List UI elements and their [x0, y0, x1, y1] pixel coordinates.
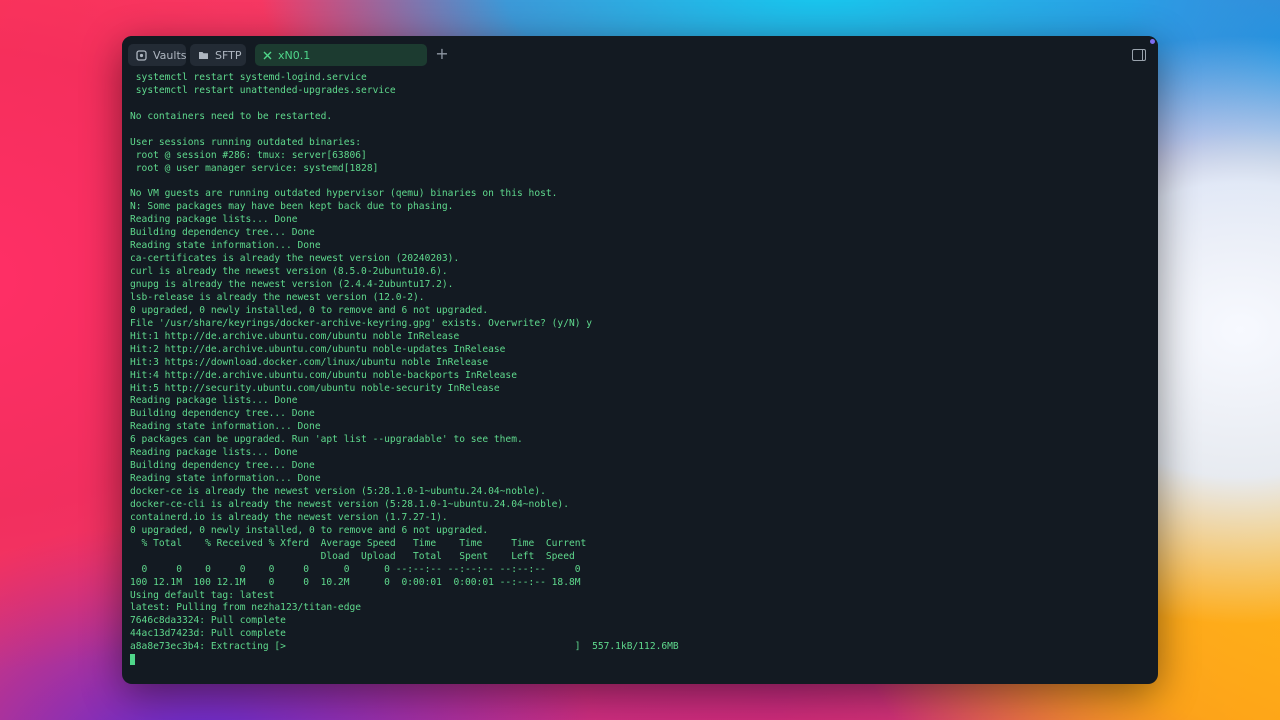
terminal-line: Reading package lists... Done	[130, 447, 298, 459]
terminal-line: 7646c8da3324: Pull complete	[130, 615, 286, 627]
terminal-line: latest: Pulling from nezha123/titan-edge	[130, 602, 362, 614]
terminal-line: docker-ce is already the newest version …	[130, 486, 546, 497]
sidebar-toggle-icon[interactable]	[1132, 49, 1146, 61]
terminal-line: Hit:3 https://download.docker.com/linux/…	[130, 356, 489, 368]
terminal-line: No VM guests are running outdated hyperv…	[130, 188, 558, 200]
terminal-line: systemctl restart systemd-logind.service	[130, 72, 367, 83]
terminal-line: Hit:2 http://de.archive.ubuntu.com/ubunt…	[130, 343, 506, 355]
terminal-line: Hit:4 http://de.archive.ubuntu.com/ubunt…	[130, 369, 517, 381]
terminal-line: root @ session #286: tmux: server[63806]	[130, 149, 367, 161]
terminal-line: Reading state information... Done	[130, 473, 321, 485]
terminal-line: File '/usr/share/keyrings/docker-archive…	[130, 317, 593, 329]
tab-xn01[interactable]: xN0.1	[255, 44, 427, 66]
terminal-line: gnupg is already the newest version (2.4…	[130, 279, 454, 290]
terminal-line: docker-ce-cli is already the newest vers…	[130, 498, 569, 510]
new-tab-button[interactable]: +	[434, 46, 450, 62]
terminal-line: ca-certificates is already the newest ve…	[130, 253, 460, 265]
tab-sftp[interactable]: SFTP	[190, 44, 246, 66]
terminal-line: curl is already the newest version (8.5.…	[130, 266, 448, 278]
terminal-line: 6 packages can be upgraded. Run 'apt lis…	[130, 434, 523, 446]
tab-label: Vaults	[153, 48, 187, 62]
terminal-line: 100 12.1M 100 12.1M 0 0 10.2M 0 0:00:01 …	[130, 576, 581, 588]
cursor	[130, 654, 135, 666]
vault-icon	[136, 49, 147, 61]
terminal-line: Building dependency tree... Done	[130, 408, 315, 420]
terminal-line: containerd.io is already the newest vers…	[130, 511, 448, 523]
close-icon[interactable]	[263, 51, 272, 60]
terminal-line: systemctl restart unattended-upgrades.se…	[130, 84, 396, 96]
terminal-line: User sessions running outdated binaries:	[130, 136, 362, 148]
terminal-line: 0 0 0 0 0 0 0 0 --:--:-- --:--:-- --:--:…	[130, 563, 581, 575]
prompt-line	[130, 654, 1150, 667]
terminal-line: 0 upgraded, 0 newly installed, 0 to remo…	[130, 304, 489, 316]
terminal-line: a8a8e73ec3b4: Extracting [> ] 557.1kB/11…	[130, 641, 679, 653]
terminal-line: Hit:1 http://de.archive.ubuntu.com/ubunt…	[130, 330, 460, 342]
terminal-line: lsb-release is already the newest versio…	[130, 291, 425, 303]
terminal-line: No containers need to be restarted.	[130, 110, 333, 122]
terminal-line: Hit:5 http://security.ubuntu.com/ubuntu …	[130, 382, 500, 394]
status-dot	[1150, 39, 1155, 44]
tab-label: SFTP	[215, 48, 242, 62]
terminal-line: Dload Upload Total Spent Left Speed	[130, 550, 575, 562]
terminal-line: Reading package lists... Done	[130, 214, 298, 226]
tab-vaults[interactable]: Vaults	[128, 44, 186, 66]
terminal-line: Building dependency tree... Done	[130, 460, 315, 472]
tab-label: xN0.1	[278, 48, 311, 62]
tab-bar: Vaults SFTP xN0.1 +	[122, 36, 1158, 74]
terminal-line: Reading state information... Done	[130, 421, 321, 433]
terminal-line: Reading state information... Done	[130, 240, 321, 252]
terminal-line: 44ac13d7423d: Pull complete	[130, 628, 286, 640]
terminal-line: 0 upgraded, 0 newly installed, 0 to remo…	[130, 524, 489, 536]
terminal-window: Vaults SFTP xN0.1 + systemctl restart sy…	[122, 36, 1158, 684]
folder-icon	[198, 50, 209, 60]
terminal-line: Using default tag: latest	[130, 589, 275, 601]
terminal-line: Building dependency tree... Done	[130, 227, 315, 239]
terminal-line: N: Some packages may have been kept back…	[130, 201, 454, 213]
terminal-output[interactable]: systemctl restart systemd-logind.service…	[130, 72, 1150, 676]
terminal-line: root @ user manager service: systemd[182…	[130, 162, 379, 174]
terminal-line: % Total % Received % Xferd Average Speed…	[130, 537, 587, 549]
terminal-line: Reading package lists... Done	[130, 395, 298, 407]
